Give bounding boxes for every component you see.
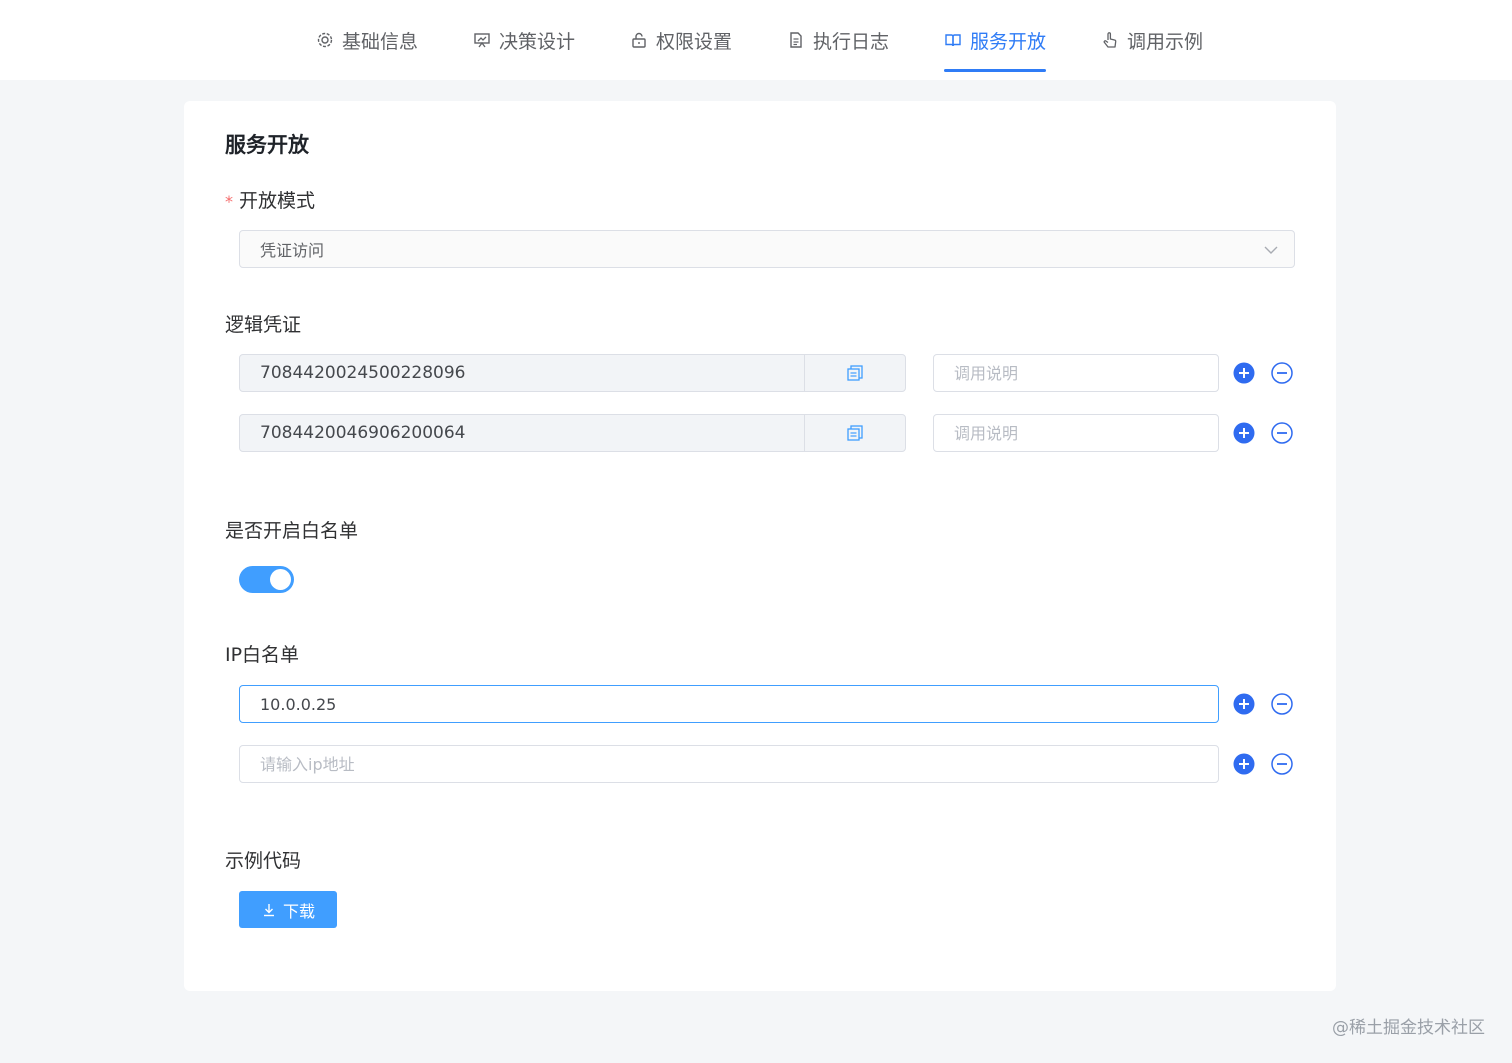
add-circle-icon[interactable] [1233,753,1255,775]
credential-note-input[interactable] [933,414,1219,452]
whitelist-toggle-label: 是否开启白名单 [225,520,359,542]
open-mode-label-text: 开放模式 [239,190,316,212]
presentation-icon [474,33,490,48]
copy-icon [847,365,863,381]
service-open-card: 服务开放 * 开放模式 凭证访问 逻辑凭证 7084420024500228096… [184,101,1336,991]
switch-knob [270,569,291,590]
open-mode-value: 凭证访问 [260,241,325,260]
gear-icon [317,32,333,48]
tab-label: 调用示例 [1127,30,1204,53]
section-title: 服务开放 [225,133,309,157]
tab-service-open[interactable]: 服务开放 [944,0,1047,80]
credentials-label: 逻辑凭证 [225,314,302,336]
whitelist-switch[interactable] [239,566,294,593]
tab-label: 基础信息 [342,30,419,53]
required-mark: * [225,192,233,211]
ip-input[interactable] [239,685,1219,723]
download-button[interactable]: 下载 [239,891,337,928]
credential-field-1: 7084420024500228096 [239,354,906,392]
tab-label: 执行日志 [813,30,890,53]
book-icon [945,34,961,47]
open-mode-select[interactable]: 凭证访问 [239,230,1295,268]
tab-permission-settings[interactable]: 权限设置 [630,0,732,80]
open-mode-label: * 开放模式 [225,186,315,213]
ip-whitelist-label: IP白名单 [225,644,300,666]
tab-decision-design[interactable]: 决策设计 [473,0,575,80]
lock-icon [632,32,646,48]
add-circle-icon[interactable] [1233,362,1255,384]
chevron-down-icon [1264,246,1278,254]
ip-input[interactable] [239,745,1219,783]
add-circle-icon[interactable] [1233,693,1255,715]
tab-execution-log[interactable]: 执行日志 [787,0,889,80]
tab-label: 决策设计 [499,30,576,53]
pointer-icon [1103,32,1117,48]
copy-button[interactable] [804,355,905,391]
top-nav: 基础信息 决策设计 权限设置 执行日志 服务开放 调用示例 [0,0,1512,80]
tab-basic-info[interactable]: 基础信息 [316,0,418,80]
add-circle-icon[interactable] [1233,422,1255,444]
download-icon [263,903,274,916]
credential-value: 7084420024500228096 [260,363,466,383]
credential-field-2: 7084420046906200064 [239,414,906,452]
tab-call-example[interactable]: 调用示例 [1101,0,1203,80]
remove-circle-icon[interactable] [1271,362,1293,384]
copy-icon [847,425,863,441]
remove-circle-icon[interactable] [1271,753,1293,775]
tab-label: 权限设置 [656,30,733,53]
document-icon [790,32,802,48]
watermark: @稀土掘金技术社区 [1332,1018,1485,1038]
copy-button[interactable] [804,415,905,451]
remove-circle-icon[interactable] [1271,422,1293,444]
credential-note-input[interactable] [933,354,1219,392]
credential-value: 7084420046906200064 [260,423,466,443]
remove-circle-icon[interactable] [1271,693,1293,715]
tab-label: 服务开放 [970,30,1047,53]
sample-code-label: 示例代码 [225,850,302,872]
download-label: 下载 [282,901,315,921]
